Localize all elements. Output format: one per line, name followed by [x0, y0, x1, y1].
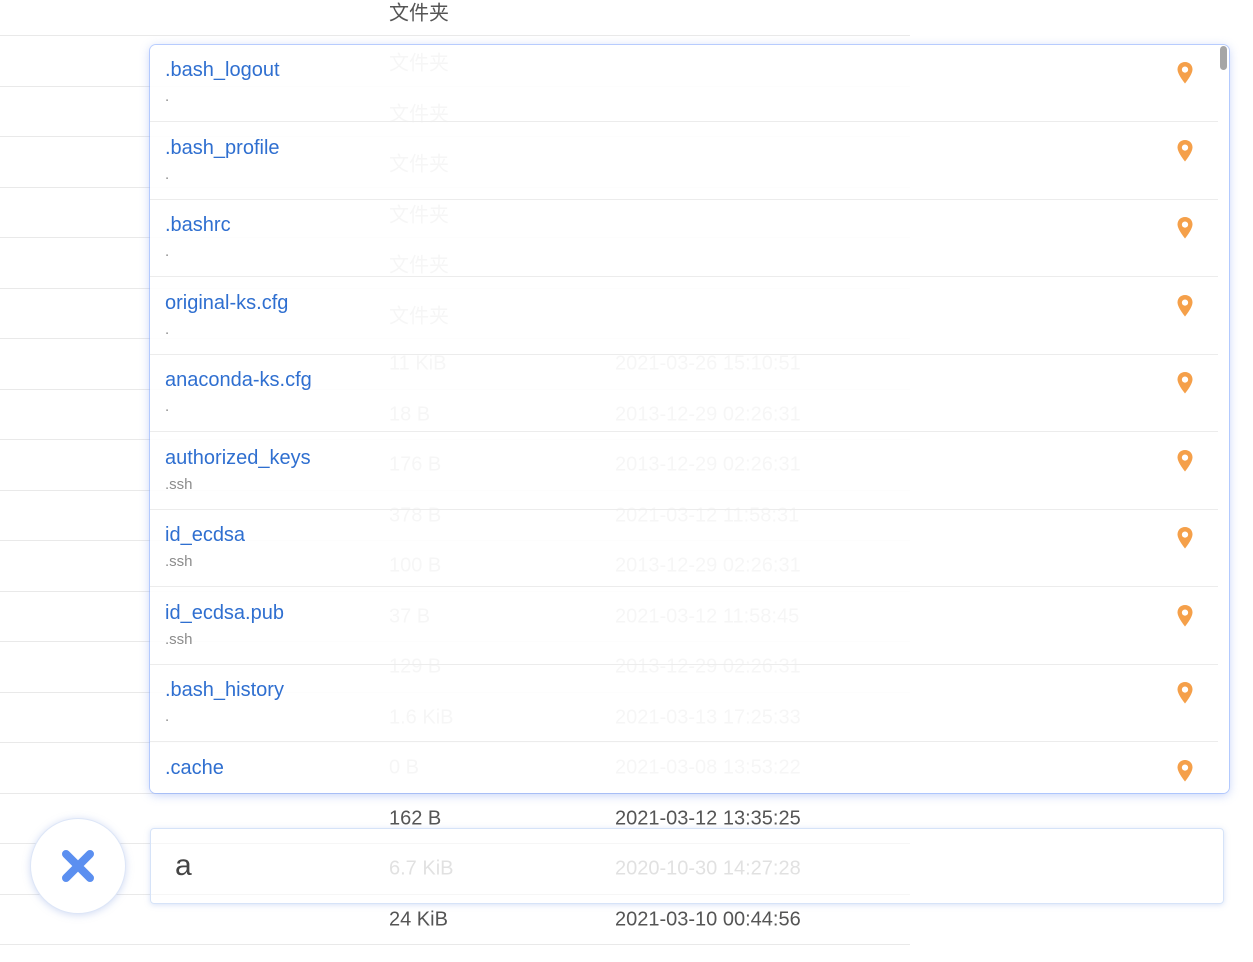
result-item[interactable]: original-ks.cfg.: [150, 278, 1218, 355]
map-pin-icon[interactable]: [1176, 61, 1194, 85]
result-file-name[interactable]: .bashrc: [165, 214, 231, 237]
result-file-name[interactable]: id_ecdsa.pub: [165, 602, 284, 625]
result-file-path: .: [165, 88, 170, 105]
map-pin-icon[interactable]: [1176, 526, 1194, 550]
result-file-name[interactable]: .bash_logout: [165, 59, 280, 82]
modified-date-cell: 2021-03-10 00:44:56: [615, 908, 801, 930]
search-results-list: .bash_logout. .bash_profile. .bashrc. origi…: [150, 45, 1229, 793]
search-box: [150, 828, 1224, 904]
result-file-path: .ssh: [165, 630, 193, 648]
map-pin-icon[interactable]: [1176, 371, 1194, 395]
result-file-path: .ssh: [165, 553, 193, 570]
result-item[interactable]: .bash_profile.: [150, 123, 1218, 200]
result-item[interactable]: authorized_keys .ssh: [150, 433, 1218, 510]
file-size-cell: 162 B: [389, 807, 442, 829]
results-scrollbar[interactable]: [1218, 45, 1229, 793]
result-file-path: .: [165, 243, 170, 260]
result-file-name[interactable]: .cache: [165, 757, 224, 780]
result-file-path: .ssh: [165, 475, 193, 493]
result-file-path: .: [165, 708, 170, 725]
result-item[interactable]: .cache: [150, 743, 1218, 794]
result-item[interactable]: anaconda-ks.cfg.: [150, 355, 1218, 432]
result-file-name[interactable]: .bash_profile: [165, 137, 280, 160]
result-file-path: .: [165, 398, 170, 415]
file-size-cell: 文件夹: [389, 2, 449, 24]
close-search-button[interactable]: [30, 818, 126, 914]
map-pin-icon[interactable]: [1176, 139, 1194, 163]
search-input[interactable]: [175, 843, 1175, 889]
map-pin-icon[interactable]: [1176, 294, 1194, 318]
result-file-name[interactable]: anaconda-ks.cfg: [165, 369, 312, 392]
result-item[interactable]: id_ecdsa .ssh: [150, 510, 1218, 587]
table-row[interactable]: 文件夹: [0, 0, 910, 36]
result-file-path: .: [165, 165, 170, 183]
file-size-cell: 24 KiB: [389, 908, 448, 930]
map-pin-icon[interactable]: [1176, 216, 1194, 240]
map-pin-icon[interactable]: [1176, 759, 1194, 783]
result-file-name[interactable]: .bash_history: [165, 679, 284, 702]
modified-date-cell: 2021-03-12 13:35:25: [615, 807, 801, 829]
result-item[interactable]: id_ecdsa.pub .ssh: [150, 588, 1218, 665]
result-file-name[interactable]: id_ecdsa: [165, 524, 245, 547]
result-file-name[interactable]: original-ks.cfg: [165, 292, 288, 315]
result-item[interactable]: .bash_logout.: [150, 45, 1218, 122]
result-item[interactable]: .bashrc.: [150, 200, 1218, 277]
result-item[interactable]: .bash_history.: [150, 665, 1218, 742]
map-pin-icon[interactable]: [1176, 604, 1194, 628]
map-pin-icon[interactable]: [1176, 681, 1194, 705]
map-pin-icon[interactable]: [1176, 449, 1194, 473]
result-file-path: .: [165, 320, 170, 338]
close-icon: [62, 850, 94, 882]
result-file-name[interactable]: authorized_keys: [165, 447, 311, 470]
scrollbar-thumb[interactable]: [1220, 46, 1227, 70]
